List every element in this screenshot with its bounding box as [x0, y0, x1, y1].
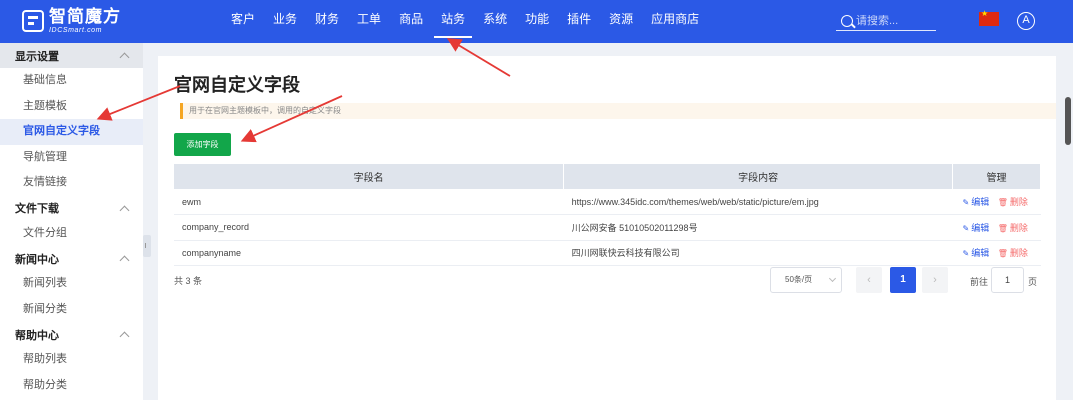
nav-finance[interactable]: 财务 — [306, 0, 348, 43]
sidebar-item-navigation[interactable]: 导航管理 — [0, 145, 143, 171]
table-row: company_record 川公网安备 51010502011298号 ✎ 编辑… — [174, 214, 1041, 241]
sidebar-group-title: 新闻中心 — [15, 253, 59, 266]
table-row: companyname 四川网联快云科技有限公司 ✎ 编辑 🗑 删除 — [174, 240, 1041, 266]
sidebar-group-news[interactable]: 新闻中心 — [0, 246, 143, 271]
edit-button[interactable]: ✎ 编辑 — [963, 248, 990, 258]
edit-button[interactable]: ✎ 编辑 — [963, 197, 990, 207]
logo-title: 智简魔方 — [49, 7, 121, 26]
goto-unit-label: 页 — [1028, 277, 1038, 287]
sidebar-group-title: 显示设置 — [15, 50, 59, 63]
page-title: 官网自定义字段 — [174, 75, 300, 95]
goto-page-input[interactable] — [991, 267, 1024, 293]
nav-features[interactable]: 功能 — [516, 0, 558, 43]
page-size-value: 50条/页 — [785, 275, 813, 284]
field-name-cell: ewm — [174, 189, 564, 215]
sidebar-item-news-list[interactable]: 新闻列表 — [0, 271, 143, 297]
logo-subtitle: IDCSmart.com — [49, 27, 103, 34]
sidebar-group-help[interactable]: 帮助中心 — [0, 322, 143, 347]
goto-label: 前往 — [970, 277, 989, 287]
nav-resources[interactable]: 资源 — [600, 0, 642, 43]
column-header-field-content: 字段内容 — [563, 164, 953, 189]
delete-button[interactable]: 🗑 删除 — [998, 197, 1028, 207]
sidebar-item-help-list[interactable]: 帮助列表 — [0, 347, 143, 373]
sidebar: 显示设置 基础信息 主题模板 官网自定义字段 导航管理 友情链接 文件下载 文件… — [0, 43, 143, 400]
sidebar-group-title: 文件下载 — [15, 203, 59, 215]
trash-icon: 🗑 — [997, 223, 1008, 233]
logo[interactable]: 智简魔方 IDCSmart.com — [22, 8, 121, 34]
sidebar-group-display-settings[interactable]: 显示设置 — [0, 43, 143, 68]
edit-button[interactable]: ✎ 编辑 — [963, 223, 990, 233]
sidebar-item-friend-links[interactable]: 友情链接 — [0, 170, 143, 196]
search-box — [836, 11, 936, 31]
sidebar-item-file-groups[interactable]: 文件分组 — [0, 221, 143, 247]
table-row: ewm https://www.345idc.com/themes/web/we… — [174, 189, 1041, 215]
custom-fields-table: 字段名 字段内容 管理 ewm https://www.345idc.com/t… — [174, 164, 1041, 266]
nav-customers[interactable]: 客户 — [222, 0, 264, 43]
delete-button[interactable]: 🗑 删除 — [998, 248, 1028, 258]
pencil-icon: ✎ — [962, 198, 970, 207]
field-content-cell: https://www.345idc.com/themes/web/web/st… — [563, 189, 953, 215]
edit-label: 编辑 — [971, 222, 990, 233]
actions-cell: ✎ 编辑 🗑 删除 — [952, 189, 1041, 215]
nav-site[interactable]: 站务 — [432, 0, 474, 43]
delete-label: 删除 — [1009, 222, 1028, 233]
top-navbar: 智简魔方 IDCSmart.com 客户 业务 财务 工单 商品 站务 系统 功… — [0, 0, 1073, 43]
column-header-manage: 管理 — [952, 164, 1041, 189]
page-scrollbar[interactable] — [1065, 97, 1071, 145]
chevron-up-icon — [119, 205, 130, 215]
field-name-cell: company_record — [174, 214, 564, 241]
actions-cell: ✎ 编辑 🗑 删除 — [952, 214, 1041, 241]
search-icon[interactable] — [841, 14, 853, 27]
chevron-up-icon — [119, 331, 130, 342]
field-content-cell: 川公网安备 51010502011298号 — [563, 214, 953, 241]
avatar[interactable]: A — [1017, 12, 1035, 30]
sidebar-item-custom-fields[interactable]: 官网自定义字段 — [0, 119, 143, 145]
table-header-row: 字段名 字段内容 管理 — [174, 164, 1041, 189]
chevron-up-icon — [119, 52, 130, 63]
column-header-field-name: 字段名 — [174, 164, 565, 189]
nav-app-store[interactable]: 应用商店 — [642, 0, 708, 43]
nav-tickets[interactable]: 工单 — [348, 0, 390, 43]
chevron-down-icon — [828, 274, 837, 283]
pencil-icon: ✎ — [962, 223, 970, 233]
sidebar-group-title: 帮助中心 — [15, 329, 59, 342]
nav-system[interactable]: 系统 — [474, 0, 516, 43]
china-flag-icon[interactable] — [979, 9, 999, 26]
field-name-cell: companyname — [174, 240, 564, 266]
sidebar-item-theme-template[interactable]: 主题模板 — [0, 94, 143, 120]
total-count: 共 3 条 — [174, 276, 203, 286]
delete-label: 删除 — [1009, 248, 1028, 259]
add-field-button[interactable]: 添加字段 — [174, 133, 231, 156]
chevron-up-icon — [119, 255, 130, 266]
nav-business[interactable]: 业务 — [264, 0, 306, 43]
page-number-current[interactable]: 1 — [890, 267, 916, 293]
sidebar-item-help-categories[interactable]: 帮助分类 — [0, 373, 143, 399]
edit-label: 编辑 — [971, 248, 990, 259]
main-panel: 官网自定义字段 用于在官网主题模板中，调用的自定义字段 添加字段 字段名 字段内… — [158, 56, 1056, 400]
logo-icon — [22, 10, 44, 32]
hint-banner: 用于在官网主题模板中，调用的自定义字段 — [180, 103, 1056, 119]
delete-label: 删除 — [1009, 197, 1028, 207]
trash-icon: 🗑 — [997, 249, 1008, 259]
prev-page-button[interactable]: ‹ — [856, 267, 882, 293]
next-page-button[interactable]: › — [922, 267, 948, 293]
sidebar-item-news-categories[interactable]: 新闻分类 — [0, 297, 143, 323]
main-nav: 客户 业务 财务 工单 商品 站务 系统 功能 插件 资源 应用商店 — [222, 0, 708, 43]
nav-products[interactable]: 商品 — [390, 0, 432, 43]
nav-plugins[interactable]: 插件 — [558, 0, 600, 43]
actions-cell: ✎ 编辑 🗑 删除 — [952, 240, 1041, 266]
sidebar-item-basic-info[interactable]: 基础信息 — [0, 68, 143, 94]
sidebar-group-file-download[interactable]: 文件下载 — [0, 196, 143, 221]
edit-label: 编辑 — [971, 197, 990, 207]
pencil-icon: ✎ — [962, 249, 970, 259]
field-content-cell: 四川网联快云科技有限公司 — [563, 240, 953, 266]
delete-button[interactable]: 🗑 删除 — [998, 223, 1028, 233]
page-size-select[interactable]: 50条/页 — [770, 267, 842, 293]
sidebar-collapse-handle[interactable] — [143, 235, 151, 257]
search-input[interactable] — [856, 14, 934, 27]
trash-icon: 🗑 — [997, 198, 1008, 207]
